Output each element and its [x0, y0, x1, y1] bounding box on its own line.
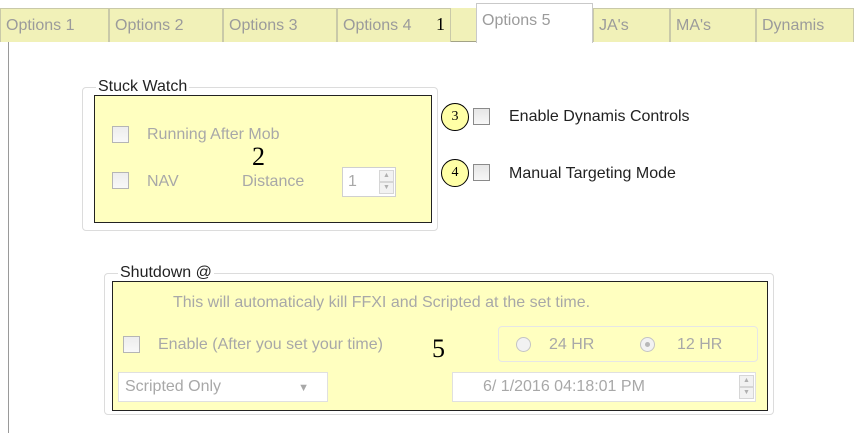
manual-targeting-checkbox[interactable] — [473, 164, 490, 181]
datetime-down-icon[interactable]: ▼ — [739, 387, 754, 399]
nav-label: NAV — [147, 173, 179, 190]
annotation-marker-4: 4 — [441, 159, 469, 187]
tab-jas[interactable]: JA's — [593, 8, 670, 42]
radio-12hr[interactable] — [640, 337, 655, 352]
shutdown-mode-value: Scripted Only — [125, 378, 222, 395]
shutdown-info-text: This will automaticaly kill FFXI and Scr… — [173, 294, 591, 311]
datetime-up-icon[interactable]: ▲ — [739, 375, 754, 387]
running-after-mob-checkbox[interactable] — [112, 126, 129, 143]
distance-up-icon[interactable]: ▲ — [379, 170, 394, 182]
annotation-marker-5: 5 — [432, 334, 445, 363]
tab-mas[interactable]: MA's — [670, 8, 756, 42]
shutdown-datetime-picker[interactable]: 6/ 1/2016 04:18:01 PM ▲ ▼ — [452, 372, 756, 402]
enable-dynamis-label: Enable Dynamis Controls — [509, 108, 690, 125]
annotation-marker-3: 3 — [441, 103, 469, 131]
nav-checkbox[interactable] — [112, 172, 129, 189]
annotation-marker-1: 1 — [436, 14, 445, 34]
tab-options-4[interactable]: Options 4 — [337, 8, 451, 42]
shutdown-title: Shutdown @ — [118, 264, 214, 282]
panel-border — [8, 42, 9, 433]
tab-options-2[interactable]: Options 2 — [109, 8, 223, 42]
shutdown-enable-label: Enable (After you set your time) — [158, 336, 383, 353]
tab-dynamis[interactable]: Dynamis — [756, 8, 854, 42]
radio-12hr-selected-dot — [645, 342, 650, 347]
tab-options-1[interactable]: Options 1 — [0, 8, 109, 42]
annotation-marker-2: 2 — [252, 142, 265, 171]
tab-options-5[interactable]: Options 5 — [476, 3, 593, 43]
shutdown-mode-dropdown[interactable]: Scripted Only ▼ — [118, 372, 328, 402]
distance-stepper[interactable]: 1 ▲ ▼ — [342, 167, 396, 197]
shutdown-datetime-value: 6/ 1/2016 04:18:01 PM — [483, 378, 645, 395]
chevron-down-icon[interactable]: ▼ — [298, 379, 309, 397]
tab-options-3[interactable]: Options 3 — [223, 8, 337, 42]
manual-targeting-label: Manual Targeting Mode — [509, 165, 676, 182]
shutdown-enable-checkbox[interactable] — [123, 336, 140, 353]
radio-24hr[interactable] — [516, 337, 531, 352]
radio-12hr-label: 12 HR — [677, 336, 723, 353]
stuck-watch-title: Stuck Watch — [96, 78, 190, 96]
distance-label: Distance — [242, 173, 305, 190]
tab-strip: Options 1 Options 2 Options 3 Options 4 … — [0, 0, 854, 43]
distance-value: 1 — [348, 173, 357, 190]
distance-down-icon[interactable]: ▼ — [379, 182, 394, 194]
enable-dynamis-checkbox[interactable] — [473, 108, 490, 125]
radio-24hr-label: 24 HR — [549, 336, 595, 353]
